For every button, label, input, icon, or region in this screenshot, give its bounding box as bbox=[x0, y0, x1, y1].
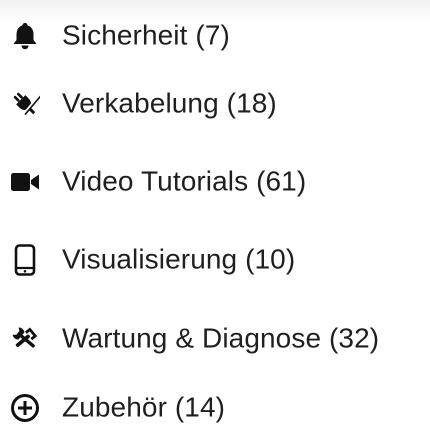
plug-icon bbox=[10, 89, 40, 119]
category-menu: Sicherheit (7) Verkabelung (18) Video Tu… bbox=[0, 0, 430, 435]
menu-item-label: Wartung & Diagnose (32) bbox=[62, 322, 380, 354]
menu-item-verkabelung[interactable]: Verkabelung (18) bbox=[0, 68, 430, 140]
menu-item-label: Zubehör (14) bbox=[62, 391, 226, 423]
bell-icon bbox=[10, 21, 40, 51]
menu-item-label: Verkabelung (18) bbox=[62, 87, 277, 119]
tools-icon bbox=[10, 324, 40, 354]
video-camera-icon bbox=[10, 167, 40, 197]
menu-item-video-tutorials[interactable]: Video Tutorials (61) bbox=[0, 146, 430, 218]
plus-circle-icon bbox=[10, 393, 40, 423]
menu-item-label: Video Tutorials (61) bbox=[62, 165, 307, 197]
menu-item-visualisierung[interactable]: Visualisierung (10) bbox=[0, 224, 430, 296]
menu-item-label: Sicherheit (7) bbox=[62, 19, 230, 51]
menu-item-wartung-diagnose[interactable]: Wartung & Diagnose (32) bbox=[0, 303, 430, 375]
menu-item-zubehoer[interactable]: Zubehör (14) bbox=[0, 372, 430, 435]
menu-item-label: Visualisierung (10) bbox=[62, 243, 296, 275]
menu-item-sicherheit[interactable]: Sicherheit (7) bbox=[0, 0, 430, 72]
mobile-phone-icon bbox=[10, 244, 40, 276]
